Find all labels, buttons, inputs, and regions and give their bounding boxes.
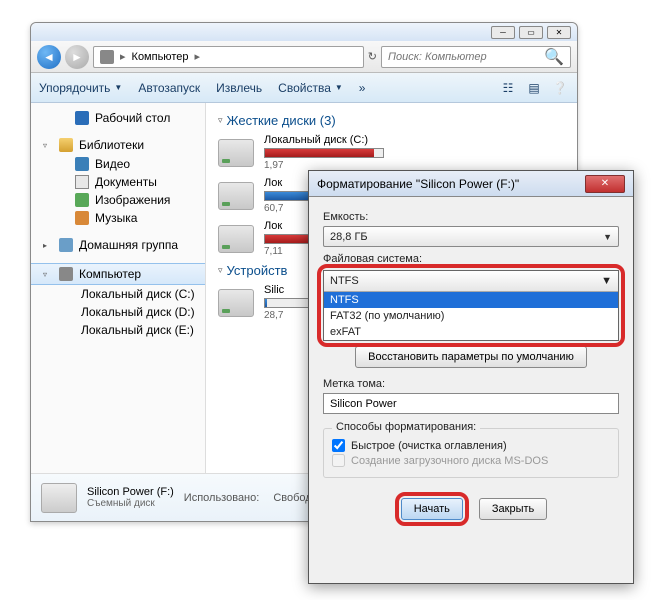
more-button[interactable]: » <box>359 81 366 95</box>
titlebar: ─ ▭ ✕ <box>31 23 577 41</box>
properties-button[interactable]: Свойства ▼ <box>278 81 343 95</box>
nav-pictures[interactable]: Изображения <box>31 191 205 209</box>
minimize-button[interactable]: ─ <box>491 26 515 39</box>
chevron-right-icon: ▸ <box>43 241 47 250</box>
dialog-title: Форматирование "Silicon Power (F:)" <box>317 177 585 191</box>
chevron-down-icon: ▿ <box>218 265 223 276</box>
forward-button[interactable]: ► <box>65 45 89 69</box>
maximize-button[interactable]: ▭ <box>519 26 543 39</box>
format-dialog: Форматирование "Silicon Power (F:)" ✕ Ем… <box>308 170 634 584</box>
drive-icon <box>218 225 254 253</box>
document-icon <box>75 175 89 189</box>
restore-defaults-button[interactable]: Восстановить параметры по умолчанию <box>355 346 587 368</box>
video-icon <box>75 157 89 171</box>
drive-item[interactable]: Локальный диск (C:) 1,97 <box>218 134 565 171</box>
nav-pane: Рабочий стол ▿Библиотеки Видео Документы… <box>31 103 206 473</box>
filesystem-option[interactable]: FAT32 (по умолчанию) <box>324 308 618 324</box>
nav-music[interactable]: Музыка <box>31 209 205 227</box>
start-button-highlight: Начать <box>395 492 469 526</box>
search-input[interactable] <box>388 51 540 63</box>
search-icon: 🔍 <box>544 47 564 67</box>
dialog-titlebar: Форматирование "Silicon Power (F:)" ✕ <box>309 171 633 197</box>
capacity-bar <box>264 148 384 158</box>
details-name: Silicon Power (F:) <box>87 486 174 498</box>
homegroup-icon <box>59 238 73 252</box>
refresh-button[interactable]: ↻ <box>368 50 377 63</box>
nav-drive-d[interactable]: Локальный диск (D:) <box>31 303 205 321</box>
nav-documents[interactable]: Документы <box>31 173 205 191</box>
computer-icon <box>100 50 114 64</box>
back-button[interactable]: ◄ <box>37 45 61 69</box>
close-button[interactable]: Закрыть <box>479 498 547 520</box>
breadcrumb-location: Компьютер <box>132 51 189 63</box>
desktop-icon <box>75 111 89 125</box>
capacity-label: Емкость: <box>323 211 619 223</box>
volume-label-input[interactable] <box>323 393 619 414</box>
details-type: Съемный диск <box>87 498 174 509</box>
close-button[interactable]: ✕ <box>547 26 571 39</box>
toolbar: Упорядочить ▼ Автозапуск Извлечь Свойств… <box>31 73 577 103</box>
filesystem-select[interactable]: NTFS ▼ <box>324 271 618 292</box>
breadcrumb[interactable]: ▸ Компьютер ▸ <box>93 46 364 68</box>
view-icon[interactable]: ☷ <box>499 79 517 97</box>
chevron-down-icon: ▿ <box>43 270 47 279</box>
computer-icon <box>59 267 73 281</box>
nav-homegroup[interactable]: ▸Домашняя группа <box>31 235 205 255</box>
quick-format-checkbox[interactable]: Быстрое (очистка оглавления) <box>332 439 610 452</box>
nav-computer[interactable]: ▿Компьютер <box>31 263 205 285</box>
nav-desktop[interactable]: Рабочий стол <box>31 109 205 127</box>
chevron-right-icon: ▸ <box>120 50 126 63</box>
nav-drive-e[interactable]: Локальный диск (E:) <box>31 321 205 339</box>
music-icon <box>75 211 89 225</box>
capacity-select[interactable]: 28,8 ГБ ▼ <box>323 226 619 247</box>
navbar: ◄ ► ▸ Компьютер ▸ ↻ 🔍 <box>31 41 577 73</box>
chevron-right-icon: ▸ <box>194 50 200 63</box>
chevron-down-icon: ▿ <box>43 141 47 150</box>
preview-pane-icon[interactable]: ▤ <box>525 79 543 97</box>
drive-icon <box>218 139 254 167</box>
format-methods-label: Способы форматирования: <box>332 421 480 433</box>
dialog-close-button[interactable]: ✕ <box>585 175 625 193</box>
nav-videos[interactable]: Видео <box>31 155 205 173</box>
volume-label-label: Метка тома: <box>323 378 619 390</box>
filesystem-option[interactable]: NTFS <box>324 292 618 308</box>
organize-button[interactable]: Упорядочить ▼ <box>39 81 122 95</box>
format-methods-group: Способы форматирования: Быстрое (очистка… <box>323 428 619 478</box>
filesystem-option[interactable]: exFAT <box>324 324 618 340</box>
hard-drives-header[interactable]: ▿Жесткие диски (3) <box>218 113 565 128</box>
eject-button[interactable]: Извлечь <box>216 81 262 95</box>
start-button[interactable]: Начать <box>401 498 463 520</box>
chevron-down-icon: ▿ <box>218 115 223 126</box>
libraries-icon <box>59 138 73 152</box>
search-box[interactable]: 🔍 <box>381 46 571 68</box>
nav-drive-c[interactable]: Локальный диск (C:) <box>31 285 205 303</box>
filesystem-dropdown-highlight: NTFS ▼ NTFSFAT32 (по умолчанию)exFAT <box>317 264 625 347</box>
msdos-boot-checkbox: Создание загрузочного диска MS-DOS <box>332 454 610 467</box>
help-icon[interactable]: ❔ <box>551 79 569 97</box>
nav-libraries[interactable]: ▿Библиотеки <box>31 135 205 155</box>
drive-icon <box>218 289 254 317</box>
pictures-icon <box>75 193 89 207</box>
chevron-down-icon: ▼ <box>601 275 612 287</box>
drive-icon <box>218 182 254 210</box>
drive-icon <box>41 483 77 513</box>
chevron-down-icon: ▼ <box>603 232 612 242</box>
autorun-button[interactable]: Автозапуск <box>138 81 200 95</box>
